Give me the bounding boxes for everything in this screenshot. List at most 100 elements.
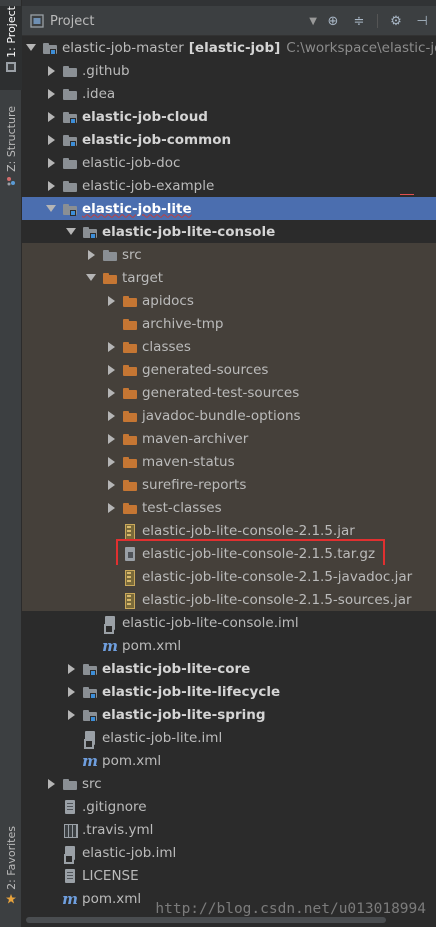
tree-row[interactable]: .idea xyxy=(22,82,436,105)
collapse-icon[interactable]: ≑ xyxy=(351,14,367,29)
tree-item-label: elastic-job-doc xyxy=(82,154,181,171)
tree-row[interactable]: classes xyxy=(22,335,436,358)
expand-arrow-icon[interactable] xyxy=(106,289,116,312)
tree-row[interactable]: m pom.xml xyxy=(22,634,436,657)
maven-icon: m xyxy=(102,636,118,655)
excluded-folder-icon xyxy=(122,385,138,401)
expand-arrow-icon[interactable] xyxy=(106,473,116,496)
tree-row[interactable]: elastic-job-lite-console-2.1.5.jar xyxy=(22,519,436,542)
tree-item-label: classes xyxy=(142,338,191,355)
tree-row[interactable]: m pom.xml xyxy=(22,749,436,772)
tree-row[interactable]: elastic-job-doc xyxy=(22,151,436,174)
expand-arrow-icon[interactable] xyxy=(46,772,56,795)
expand-arrow-icon[interactable] xyxy=(46,82,56,105)
tree-row[interactable]: archive-tmp xyxy=(22,312,436,335)
tree-row[interactable]: elastic-job-lite-console xyxy=(22,220,436,243)
tree-row[interactable]: .travis.yml xyxy=(22,818,436,841)
tree-row[interactable]: elastic-job-lite-console-2.1.5.tar.gz xyxy=(22,539,436,568)
tree-row[interactable]: javadoc-bundle-options xyxy=(22,404,436,427)
excluded-folder-icon xyxy=(102,270,118,286)
tree-row[interactable]: apidocs xyxy=(22,289,436,312)
tree-row[interactable]: elastic-job-cloud xyxy=(22,105,436,128)
sync-icon[interactable]: ⊕ xyxy=(325,14,341,29)
tree-row[interactable]: elastic-job-lite-console-2.1.5-javadoc.j… xyxy=(22,565,436,588)
expand-arrow-icon[interactable] xyxy=(86,243,96,266)
expand-arrow-icon[interactable] xyxy=(106,335,116,358)
pin-icon[interactable]: ⊣ xyxy=(414,14,430,29)
tree-row[interactable]: src xyxy=(22,772,436,795)
expand-arrow-icon[interactable] xyxy=(106,427,116,450)
expand-arrow-icon[interactable] xyxy=(106,496,116,519)
tree-item-label: elastic-job-lite-console-2.1.5-javadoc.j… xyxy=(142,568,413,585)
tree-item-label: .github xyxy=(82,62,130,79)
tree-item-label: elastic-job.iml xyxy=(82,844,177,861)
gear-icon[interactable]: ⚙ xyxy=(388,14,404,29)
tree-row[interactable]: src xyxy=(22,243,436,266)
expand-arrow-icon[interactable] xyxy=(46,59,56,82)
maven-icon: m xyxy=(62,889,78,908)
tree-row[interactable]: .github xyxy=(22,59,436,82)
tree-item-label: maven-status xyxy=(142,453,235,470)
expand-arrow-icon[interactable] xyxy=(46,128,56,151)
tree-row[interactable]: maven-archiver xyxy=(22,427,436,450)
expand-arrow-icon[interactable] xyxy=(46,105,56,128)
collapse-arrow-icon[interactable] xyxy=(86,266,96,289)
expand-arrow-icon[interactable] xyxy=(106,450,116,473)
expand-arrow-icon[interactable] xyxy=(66,703,76,726)
expand-arrow-icon[interactable] xyxy=(46,151,56,174)
tree-row[interactable]: elastic-job-lite-core xyxy=(22,657,436,680)
watermark: http://blog.csdn.net/u013018994 xyxy=(155,901,426,917)
tree-item-label: elastic-job-lite.iml xyxy=(102,729,223,746)
tree-row[interactable]: elastic-job-lite xyxy=(22,197,436,220)
tree-row[interactable]: elastic-job-lite-lifecycle xyxy=(22,680,436,703)
expand-arrow-icon[interactable] xyxy=(106,404,116,427)
tree-item-label: elastic-job-lite-console-2.1.5-sources.j… xyxy=(142,591,412,608)
tree-row[interactable]: target xyxy=(22,266,436,289)
tree-row[interactable]: elastic-job.iml xyxy=(22,841,436,864)
folder-icon xyxy=(62,178,78,194)
tree-row[interactable]: generated-sources xyxy=(22,358,436,381)
excluded-folder-icon xyxy=(122,408,138,424)
jar-file-icon xyxy=(122,592,138,609)
tab-favorites-label: 2: Favorites xyxy=(4,826,18,890)
tab-structure[interactable]: Z: Structure xyxy=(0,106,22,198)
expand-arrow-icon[interactable] xyxy=(66,680,76,703)
tree-row[interactable]: elastic-job-lite.iml xyxy=(22,726,436,749)
expand-arrow-icon[interactable] xyxy=(46,174,56,197)
collapse-arrow-icon[interactable] xyxy=(66,220,76,243)
tree-row[interactable]: generated-test-sources xyxy=(22,381,436,404)
tree-row[interactable]: .gitignore xyxy=(22,795,436,818)
tree-row[interactable]: elastic-job-lite-spring xyxy=(22,703,436,726)
expand-arrow-icon[interactable] xyxy=(66,657,76,680)
tree-row[interactable]: test-classes xyxy=(22,496,436,519)
expand-arrow-icon[interactable] xyxy=(106,381,116,404)
tree-row[interactable]: elastic-job-lite-console-2.1.5-sources.j… xyxy=(22,588,436,611)
view-dropdown-icon[interactable]: ▼ xyxy=(309,16,317,27)
tab-favorites[interactable]: 2: Favorites xyxy=(0,826,22,916)
tree-row[interactable]: elastic-job-master [elastic-job] C:\worksp… xyxy=(22,36,436,59)
structure-icon xyxy=(7,176,15,186)
expand-arrow-icon[interactable] xyxy=(106,358,116,381)
collapse-arrow-icon[interactable] xyxy=(46,197,56,220)
tree-row[interactable]: maven-status xyxy=(22,450,436,473)
iml-file-icon xyxy=(102,615,118,634)
tree-item-label: pom.xml xyxy=(122,637,182,654)
tree-item-label: elastic-job-lite-lifecycle xyxy=(102,683,281,700)
tree-row[interactable]: LICENSE xyxy=(22,864,436,887)
tree-row[interactable]: elastic-job-common xyxy=(22,128,436,151)
tree-row[interactable]: surefire-reports xyxy=(22,473,436,496)
panel-title[interactable]: Project xyxy=(50,14,94,29)
tree-row[interactable]: elastic-job-lite-console.iml xyxy=(22,611,436,634)
collapse-arrow-icon[interactable] xyxy=(26,36,36,59)
tree-row[interactable]: elastic-job-example xyxy=(22,174,436,197)
tree-item-label: generated-test-sources xyxy=(142,384,300,401)
tab-project[interactable]: 1: Project xyxy=(0,6,22,90)
